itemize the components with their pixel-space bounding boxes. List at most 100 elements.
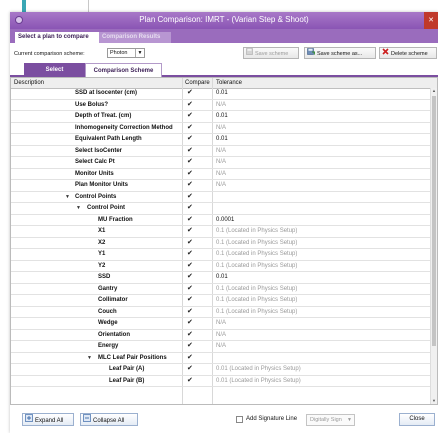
- title-bar[interactable]: Plan Comparison: IMRT - (Varian Step & S…: [10, 12, 438, 29]
- subtab-comparison-scheme[interactable]: Comparison Scheme: [85, 63, 162, 77]
- compare-checkbox[interactable]: ✔: [187, 192, 193, 202]
- tolerance-value[interactable]: 0.1 (Located in Physics Setup): [216, 226, 297, 236]
- table-row[interactable]: Energy ✔ N/A: [11, 341, 431, 353]
- table-row[interactable]: Use Bolus? ✔ N/A: [11, 100, 431, 111]
- compare-checkbox[interactable]: ✔: [187, 111, 193, 121]
- column-compare[interactable]: Compare: [185, 78, 210, 88]
- table-row[interactable]: X1 ✔ 0.1 (Located in Physics Setup): [11, 226, 431, 238]
- compare-checkbox[interactable]: ✔: [187, 318, 193, 328]
- collapse-all-button[interactable]: Collapse All: [80, 413, 138, 426]
- tolerance-value[interactable]: 0.1 (Located in Physics Setup): [216, 249, 297, 259]
- tolerance-value[interactable]: N/A: [216, 100, 226, 110]
- scroll-up-icon[interactable]: ▲: [431, 88, 437, 94]
- scrollbar-thumb[interactable]: [432, 96, 436, 346]
- tolerance-value[interactable]: N/A: [216, 341, 226, 351]
- tolerance-value[interactable]: N/A: [216, 169, 226, 179]
- compare-checkbox[interactable]: ✔: [187, 307, 193, 317]
- table-row[interactable]: ▼ Control Point ✔: [11, 203, 431, 215]
- save-scheme-button[interactable]: Save scheme: [243, 47, 299, 59]
- table-row[interactable]: ▼ MLC Leaf Pair Positions ✔: [11, 353, 431, 364]
- tolerance-value[interactable]: N/A: [216, 180, 226, 190]
- table-row[interactable]: SSD at Isocenter (cm) ✔ 0.01: [11, 88, 431, 100]
- expand-toggle-icon[interactable]: ▼: [65, 192, 70, 202]
- table-row[interactable]: Orientation ✔ N/A: [11, 330, 431, 341]
- compare-checkbox[interactable]: ✔: [187, 261, 193, 271]
- table-row[interactable]: Couch ✔ 0.1 (Located in Physics Setup): [11, 307, 431, 318]
- compare-checkbox[interactable]: ✔: [187, 238, 193, 248]
- compare-checkbox[interactable]: ✔: [187, 88, 193, 98]
- table-row[interactable]: Y1 ✔ 0.1 (Located in Physics Setup): [11, 249, 431, 261]
- digitally-sign-select[interactable]: Digitally Sign ▼: [306, 414, 355, 426]
- tolerance-value[interactable]: N/A: [216, 123, 226, 133]
- expand-toggle-icon[interactable]: ▼: [76, 203, 81, 213]
- tolerance-value[interactable]: 0.1 (Located in Physics Setup): [216, 284, 297, 294]
- tolerance-value[interactable]: N/A: [216, 318, 226, 328]
- compare-checkbox[interactable]: ✔: [187, 123, 193, 133]
- table-row[interactable]: ▼ Control Points ✔: [11, 192, 431, 203]
- compare-checkbox[interactable]: ✔: [187, 215, 193, 225]
- tolerance-value[interactable]: N/A: [216, 146, 226, 156]
- delete-scheme-button[interactable]: Delete scheme: [379, 47, 437, 59]
- table-row[interactable]: Leaf Pair (B) ✔ 0.01 (Located in Physics S…: [11, 376, 431, 387]
- compare-checkbox[interactable]: ✔: [187, 134, 193, 144]
- expand-toggle-icon[interactable]: ▼: [87, 353, 92, 363]
- table-row[interactable]: Select IsoCenter ✔ N/A: [11, 146, 431, 157]
- table-row[interactable]: Select Calc Pt ✔ N/A: [11, 157, 431, 169]
- table-row[interactable]: SSD ✔ 0.01: [11, 272, 431, 284]
- compare-checkbox[interactable]: ✔: [187, 180, 193, 190]
- tolerance-value[interactable]: 0.01 (Located in Physics Setup): [216, 376, 301, 386]
- tolerance-value[interactable]: 0.01: [216, 88, 228, 98]
- compare-checkbox[interactable]: ✔: [187, 146, 193, 156]
- compare-checkbox[interactable]: ✔: [187, 284, 193, 294]
- table-row[interactable]: Gantry ✔ 0.1 (Located in Physics Setup): [11, 284, 431, 295]
- table-row[interactable]: Wedge ✔ N/A: [11, 318, 431, 330]
- table-row[interactable]: MU Fraction ✔ 0.0001: [11, 215, 431, 226]
- compare-checkbox[interactable]: ✔: [187, 249, 193, 259]
- grid-scrollbar[interactable]: ▲ ▼: [430, 88, 437, 404]
- column-description[interactable]: Description: [14, 78, 44, 88]
- compare-checkbox[interactable]: ✔: [187, 330, 193, 340]
- tolerance-value[interactable]: 0.01: [216, 272, 228, 282]
- table-row[interactable]: Collimator ✔ 0.1 (Located in Physics Setup…: [11, 295, 431, 307]
- scheme-select[interactable]: Photon ▼: [107, 48, 145, 58]
- close-window-icon[interactable]: ✕: [424, 12, 438, 29]
- tolerance-value[interactable]: 0.1 (Located in Physics Setup): [216, 261, 297, 271]
- table-row[interactable]: Plan Monitor Units ✔ N/A: [11, 180, 431, 192]
- expand-all-button[interactable]: Expand All: [22, 413, 74, 426]
- tolerance-value[interactable]: 0.01: [216, 111, 228, 121]
- compare-checkbox[interactable]: ✔: [187, 341, 193, 351]
- scroll-down-icon[interactable]: ▼: [431, 398, 437, 404]
- close-button[interactable]: Close: [399, 413, 435, 426]
- subtab-select[interactable]: Select: [24, 63, 85, 77]
- compare-checkbox[interactable]: ✔: [187, 272, 193, 282]
- add-signature-checkbox[interactable]: [236, 416, 243, 423]
- compare-checkbox[interactable]: ✔: [187, 100, 193, 110]
- compare-checkbox[interactable]: ✔: [187, 353, 193, 363]
- save-scheme-as-button[interactable]: Save scheme as...: [304, 47, 376, 59]
- table-row[interactable]: Inhomogeneity Correction Method ✔ N/A: [11, 123, 431, 134]
- tolerance-value[interactable]: 0.1 (Located in Physics Setup): [216, 307, 297, 317]
- tab-comparison-results[interactable]: Comparison Results: [99, 32, 171, 43]
- compare-checkbox[interactable]: ✔: [187, 295, 193, 305]
- column-tolerance[interactable]: Tolerance: [216, 78, 242, 88]
- compare-checkbox[interactable]: ✔: [187, 157, 193, 167]
- tolerance-value[interactable]: 0.1 (Located in Physics Setup): [216, 295, 297, 305]
- tolerance-value[interactable]: 0.01 (Located in Physics Setup): [216, 364, 301, 374]
- table-row[interactable]: Equivalent Path Length ✔ 0.01: [11, 134, 431, 146]
- tolerance-value[interactable]: N/A: [216, 157, 226, 167]
- table-row[interactable]: Leaf Pair (A) ✔ 0.01 (Located in Physics S…: [11, 364, 431, 376]
- tolerance-value[interactable]: 0.0001: [216, 215, 234, 225]
- compare-checkbox[interactable]: ✔: [187, 226, 193, 236]
- compare-checkbox[interactable]: ✔: [187, 364, 193, 374]
- tolerance-value[interactable]: 0.1 (Located in Physics Setup): [216, 238, 297, 248]
- table-row[interactable]: Depth of Treat. (cm) ✔ 0.01: [11, 111, 431, 123]
- compare-checkbox[interactable]: ✔: [187, 169, 193, 179]
- table-row[interactable]: Y2 ✔ 0.1 (Located in Physics Setup): [11, 261, 431, 272]
- compare-checkbox[interactable]: ✔: [187, 376, 193, 386]
- table-row[interactable]: Monitor Units ✔ N/A: [11, 169, 431, 180]
- chevron-down-icon[interactable]: ▼: [135, 49, 144, 57]
- compare-checkbox[interactable]: ✔: [187, 203, 193, 213]
- tolerance-value[interactable]: 0.01: [216, 134, 228, 144]
- tolerance-value[interactable]: N/A: [216, 330, 226, 340]
- table-row[interactable]: X2 ✔ 0.1 (Located in Physics Setup): [11, 238, 431, 249]
